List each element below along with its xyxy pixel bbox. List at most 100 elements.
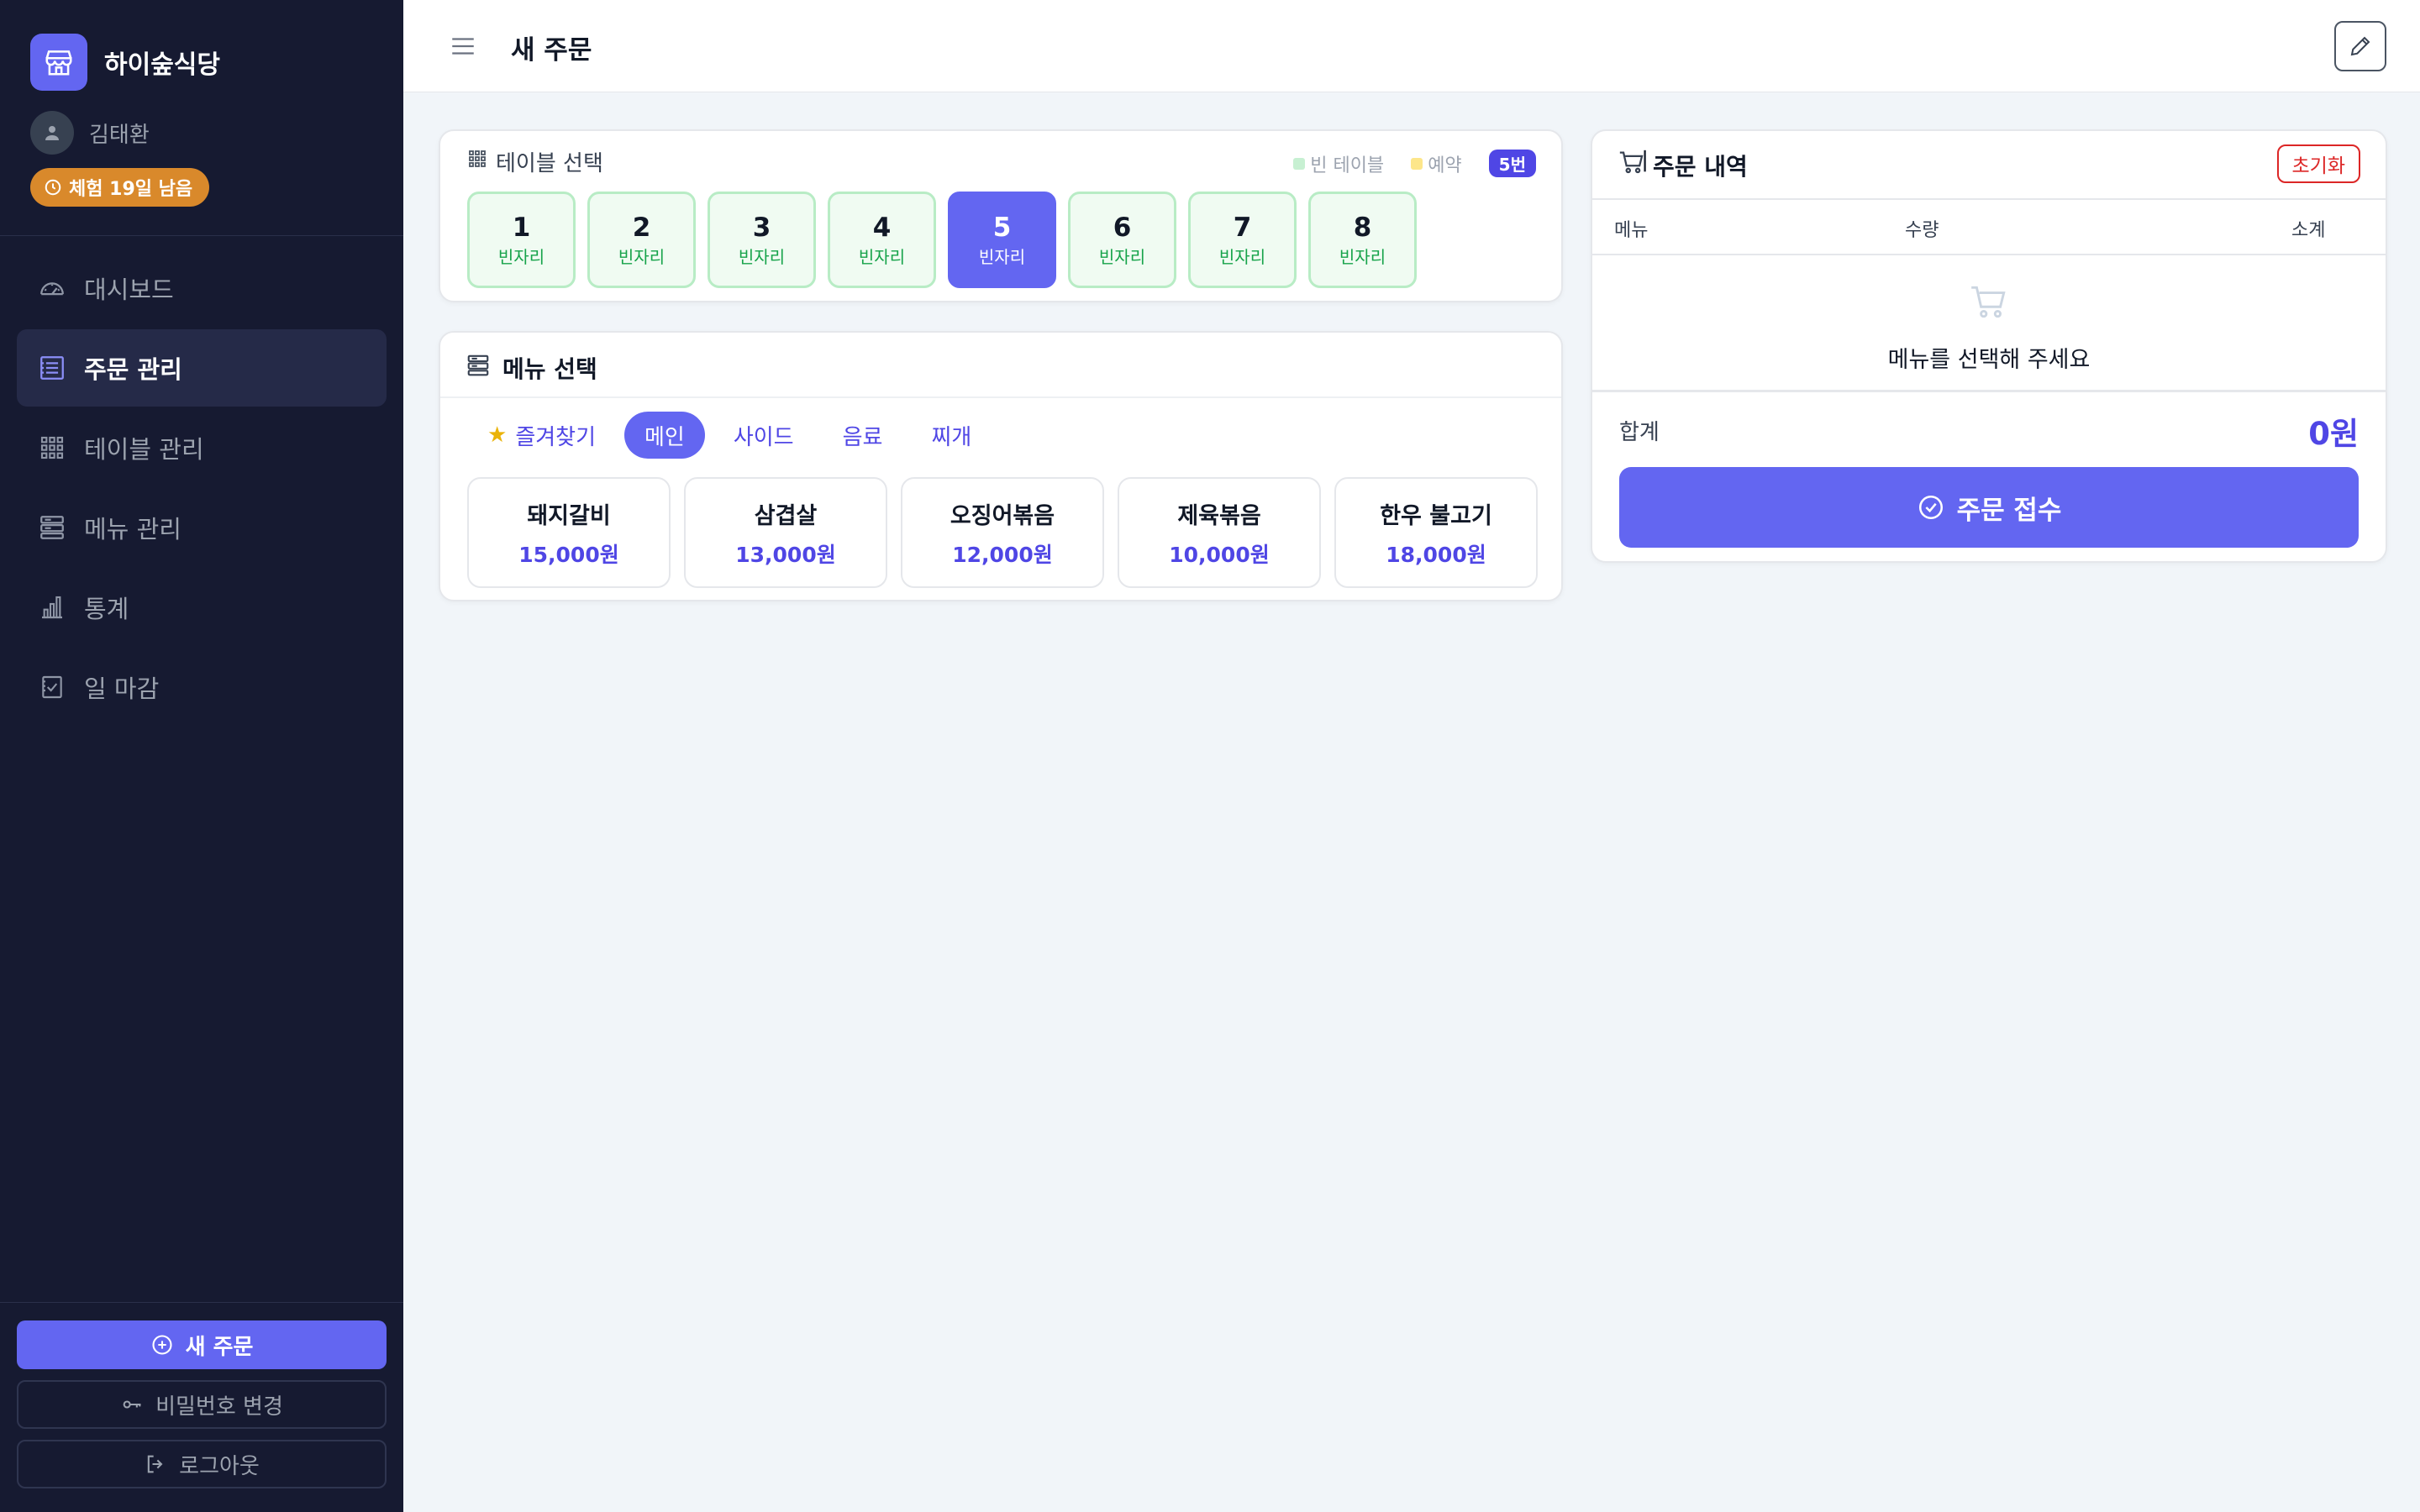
menu-select-card: 메뉴 선택 ★ 즐겨찾기 메인 사이드 음료 찌개 돼지갈비 15,000원 삼겹… [439, 331, 1563, 601]
table-button-8[interactable]: 8 빈자리 [1308, 192, 1417, 288]
brand-name: 하이숲식당 [104, 50, 220, 80]
trial-badge: 체험 19일 남음 [30, 168, 210, 207]
table-button-2[interactable]: 2 빈자리 [587, 192, 696, 288]
tab-stew[interactable]: 찌개 [911, 412, 992, 459]
sidebar-item-label: 일 마감 [84, 675, 160, 703]
plus-circle-icon [152, 1335, 172, 1355]
menu-item-price: 15,000원 [518, 542, 619, 567]
menu-item-price: 10,000원 [1169, 542, 1270, 567]
menu-divider [440, 396, 1561, 398]
table-select-header: 테이블 선택 [467, 146, 603, 177]
dashboard-gauge-icon [37, 273, 67, 303]
table-status: 빈자리 [978, 247, 1026, 267]
tab-drinks[interactable]: 음료 [823, 412, 903, 459]
tab-side[interactable]: 사이드 [713, 412, 814, 459]
cart-icon [1618, 148, 1646, 182]
table-button-4[interactable]: 4 빈자리 [828, 192, 936, 288]
table-number: 3 [752, 213, 771, 243]
reset-button[interactable]: 초기화 [2276, 144, 2360, 183]
table-grid: 1 빈자리 2 빈자리 3 빈자리 4 빈자리 5 빈자리 6 빈자리 7 빈자리 8 빈자리 [467, 192, 1417, 288]
order-header: 주문 내역 [1618, 148, 1748, 182]
table-status: 빈자리 [858, 247, 906, 267]
table-legend: 빈 테이블 예약 5번 [1293, 150, 1536, 177]
change-password-label: 비밀번호 변경 [155, 1394, 283, 1420]
menu-select-header: 메뉴 선택 [466, 351, 597, 385]
sidebar-item-label: 테이블 관리 [84, 435, 204, 464]
menu-item-card[interactable]: 오징어볶음 12,000원 [901, 477, 1104, 588]
checklist-icon [37, 672, 67, 702]
menu-item-card[interactable]: 삼겹살 13,000원 [684, 477, 887, 588]
sidebar-item-menus[interactable]: 메뉴 관리 [17, 489, 387, 566]
tab-label: 사이드 [733, 424, 794, 450]
grid-icon [467, 149, 487, 175]
user-name: 김태환 [89, 122, 150, 148]
sidebar-nav: 대시보드 주문 관리 테이블 관리 메뉴 관리 통계 일 마감 [17, 249, 387, 728]
legend-swatch-empty [1293, 157, 1306, 170]
order-list-icon [37, 353, 67, 383]
order-divider [1592, 254, 2386, 255]
menu-item-name: 한우 불고기 [1380, 502, 1492, 529]
grid-icon [37, 433, 67, 463]
table-button-1[interactable]: 1 빈자리 [467, 192, 576, 288]
brand[interactable]: 하이숲식당 [30, 34, 220, 91]
store-icon [30, 34, 87, 91]
legend-reserved-label: 예약 [1428, 155, 1462, 176]
column-header-qty: 수량 [1905, 220, 1939, 241]
table-status: 빈자리 [1339, 247, 1386, 267]
menu-list-icon [466, 353, 491, 384]
star-icon: ★ [487, 423, 508, 448]
table-number: 1 [512, 213, 531, 243]
new-order-button[interactable]: 새 주문 [17, 1320, 387, 1369]
menu-item-name: 삼겹살 [754, 502, 818, 529]
order-divider [1592, 198, 2386, 200]
menu-item-price: 13,000원 [735, 542, 836, 567]
submit-order-button[interactable]: 주문 접수 [1619, 467, 2359, 548]
table-button-3[interactable]: 3 빈자리 [708, 192, 816, 288]
menu-list-icon [37, 512, 67, 543]
clock-icon [45, 179, 61, 196]
table-button-5[interactable]: 5 빈자리 [948, 192, 1056, 288]
table-button-6[interactable]: 6 빈자리 [1068, 192, 1176, 288]
menu-select-title: 메뉴 선택 [502, 355, 597, 383]
menu-item-name: 돼지갈비 [527, 502, 611, 529]
sidebar-divider [0, 235, 403, 236]
logout-label: 로그아웃 [179, 1453, 260, 1479]
table-select-title: 테이블 선택 [496, 151, 603, 176]
sidebar-item-tables[interactable]: 테이블 관리 [17, 409, 387, 486]
menu-item-price: 12,000원 [952, 542, 1053, 567]
legend-reserved: 예약 [1411, 150, 1462, 177]
logout-icon [147, 1455, 163, 1473]
pencil-icon [2350, 36, 2370, 56]
table-number: 8 [1353, 213, 1372, 243]
menu-category-tabs: ★ 즐겨찾기 메인 사이드 음료 찌개 [467, 412, 992, 459]
sidebar-item-stats[interactable]: 통계 [17, 569, 387, 646]
page-title: 새 주문 [511, 35, 592, 66]
avatar [30, 111, 74, 155]
table-number: 4 [872, 213, 892, 243]
table-status: 빈자리 [618, 247, 666, 267]
legend-empty: 빈 테이블 [1293, 150, 1384, 177]
topbar: 새 주문 [403, 0, 2420, 92]
table-status: 빈자리 [497, 247, 545, 267]
menu-item-card[interactable]: 제육볶음 10,000원 [1118, 477, 1321, 588]
table-status: 빈자리 [738, 247, 786, 267]
table-button-7[interactable]: 7 빈자리 [1188, 192, 1297, 288]
sidebar-item-label: 주문 관리 [84, 355, 182, 384]
tab-main[interactable]: 메인 [624, 412, 705, 459]
logout-button[interactable]: 로그아웃 [17, 1440, 387, 1488]
hamburger-menu-icon[interactable] [449, 32, 477, 60]
tab-favorites[interactable]: ★ 즐겨찾기 [467, 412, 616, 459]
total-value: 0원 [2308, 416, 2359, 452]
sidebar-item-label: 메뉴 관리 [84, 515, 182, 543]
tab-label: 음료 [842, 424, 883, 450]
key-icon [123, 1400, 141, 1409]
sidebar-item-daily-close[interactable]: 일 마감 [17, 648, 387, 726]
trial-badge-label: 체험 19일 남음 [69, 179, 193, 200]
sidebar-item-dashboard[interactable]: 대시보드 [17, 249, 387, 327]
change-password-button[interactable]: 비밀번호 변경 [17, 1380, 387, 1429]
edit-button[interactable] [2334, 21, 2386, 71]
menu-item-card[interactable]: 돼지갈비 15,000원 [467, 477, 671, 588]
sidebar-item-orders[interactable]: 주문 관리 [17, 329, 387, 407]
menu-item-card[interactable]: 한우 불고기 18,000원 [1334, 477, 1538, 588]
menu-item-name: 제육볶음 [1177, 502, 1261, 529]
